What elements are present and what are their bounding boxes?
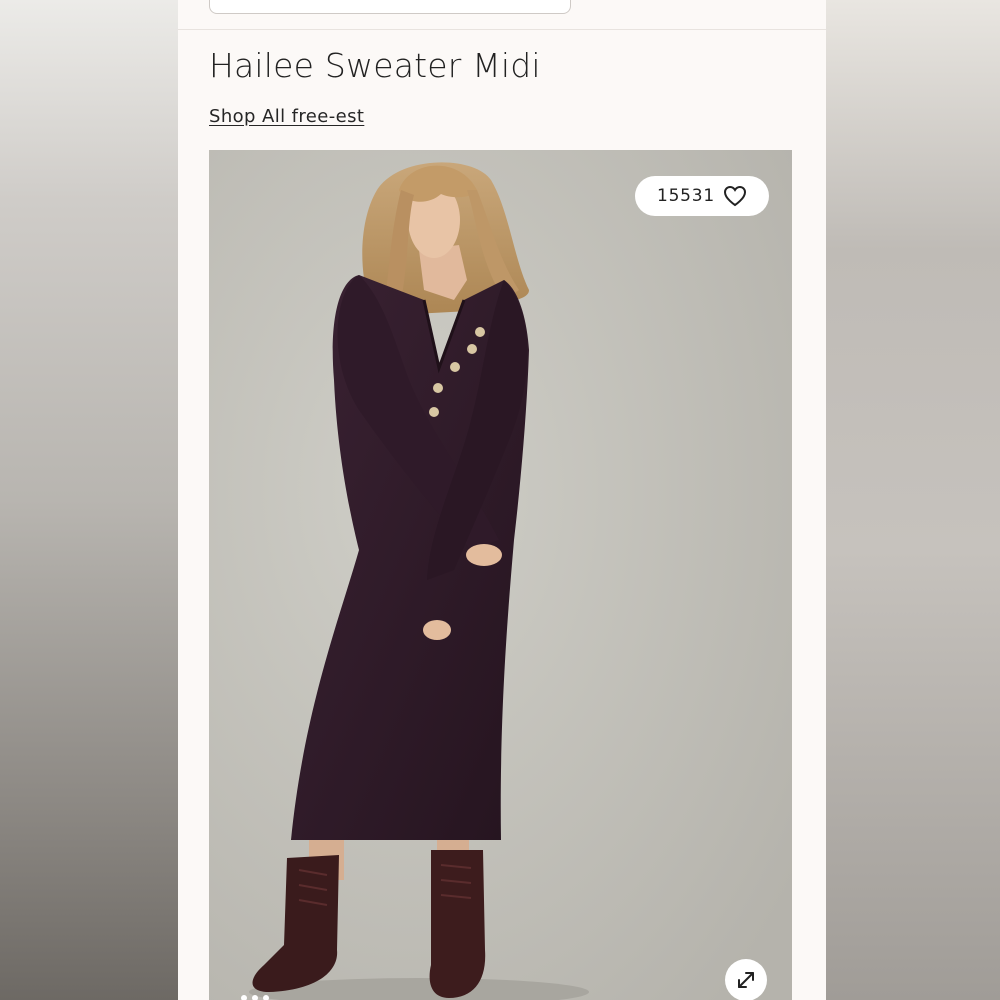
carousel-dot[interactable] bbox=[263, 995, 269, 1000]
model-photo bbox=[209, 150, 792, 1000]
carousel-dot[interactable] bbox=[241, 995, 247, 1000]
heart-outline-icon bbox=[724, 185, 747, 207]
expand-image-button[interactable] bbox=[725, 959, 767, 1000]
product-title: Hailee Sweater Midi bbox=[209, 46, 541, 85]
carousel-dot[interactable] bbox=[252, 995, 258, 1000]
like-count: 15531 bbox=[656, 186, 716, 206]
backdrop-left bbox=[0, 0, 178, 1000]
shop-all-link[interactable]: Shop All free-est bbox=[209, 106, 364, 127]
expand-arrows-icon bbox=[738, 972, 754, 988]
carousel-dots bbox=[241, 995, 269, 1000]
like-button[interactable]: 15531 bbox=[635, 176, 769, 216]
header-divider bbox=[178, 29, 826, 30]
product-image[interactable]: 15531 bbox=[209, 150, 792, 1000]
search-input[interactable] bbox=[209, 0, 571, 14]
backdrop-right bbox=[825, 0, 1000, 1000]
product-page: Hailee Sweater Midi Shop All free-est 15… bbox=[178, 0, 826, 1000]
